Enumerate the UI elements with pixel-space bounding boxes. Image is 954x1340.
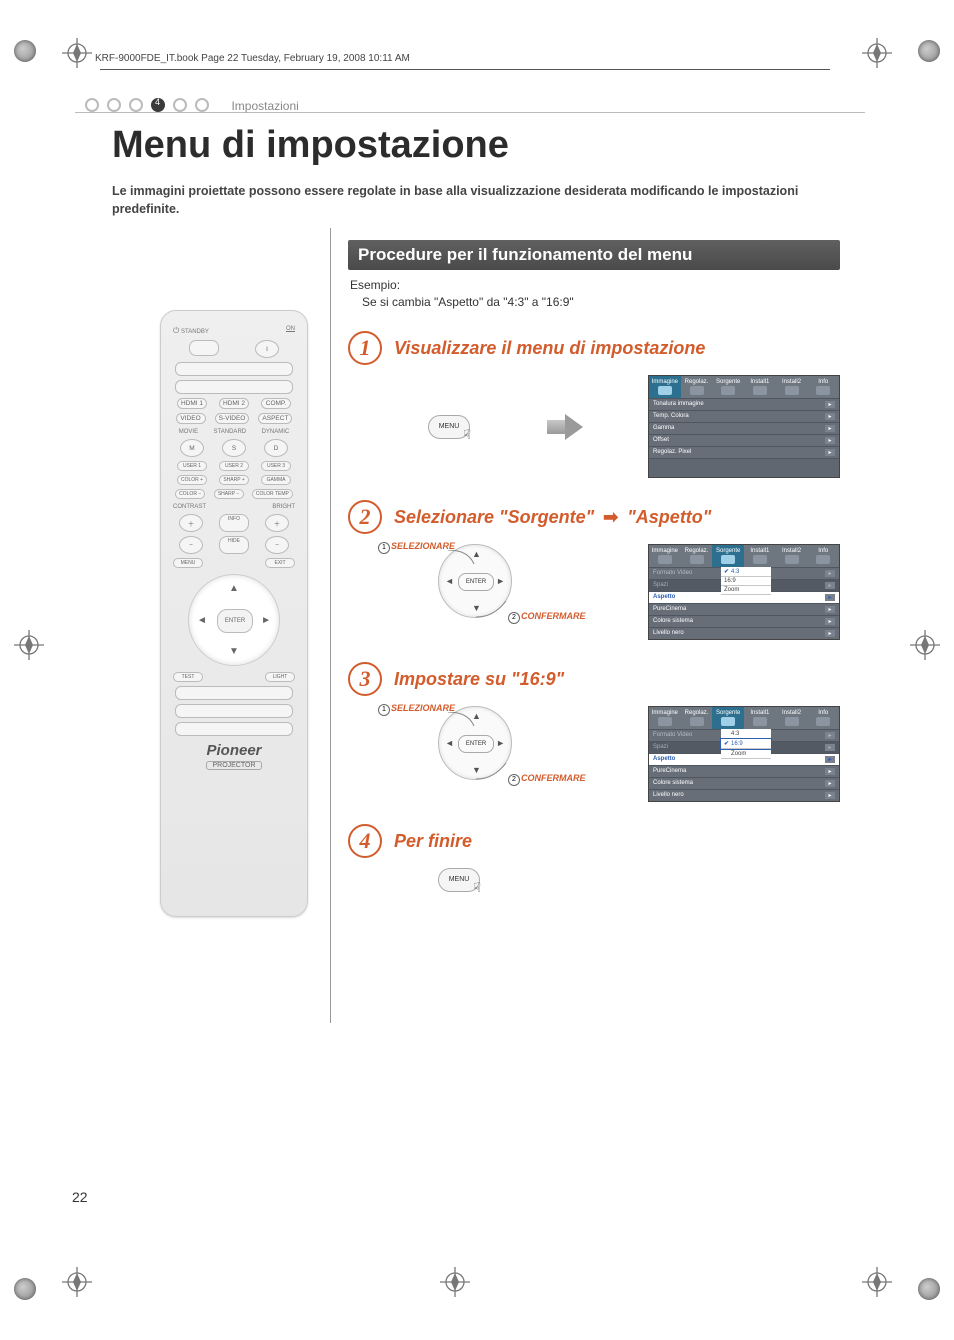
remote-menu-button: MENU [173, 558, 203, 568]
selezionare-label: SELEZIONARE [391, 541, 455, 551]
step-3-number: 3 [348, 662, 382, 696]
page-number: 22 [72, 1189, 88, 1205]
remote-user1-button: USER 1 [177, 461, 207, 471]
remote-standby-label: STANDBY [181, 329, 209, 335]
crop-ring [14, 40, 36, 62]
remote-user3-button: USER 3 [261, 461, 291, 471]
remote-color-plus-button: COLOR + [177, 475, 207, 485]
remote-info-button: INFO [219, 514, 249, 532]
crop-ring [14, 1278, 36, 1300]
remote-dpad: ▲ ▼ ◄ ► ENTER [188, 574, 280, 666]
crop-mark-icon [62, 1267, 92, 1302]
remote-movie-button: M [180, 439, 204, 457]
remote-aspect-button: ASPECT [258, 413, 292, 424]
remote-enter-button: ENTER [217, 609, 253, 633]
remote-hide-button: HIDE [219, 536, 249, 554]
procedures-heading: Procedure per il funzionamento del menu [348, 240, 840, 270]
remote-illustration: ⏻ STANDBY ON I HDMI 1 HDMI 2 COMP. VIDEO… [160, 310, 308, 917]
osd-screen-3: Immagine Regolaz. Sorgente Install1 Inst… [648, 706, 840, 802]
arrow-right-icon [547, 416, 581, 438]
bookline-text: KRF-9000FDE_IT.book Page 22 Tuesday, Feb… [95, 53, 410, 64]
step-2-number: 2 [348, 500, 382, 534]
osd-screen-1: Immagine Regolaz. Sorgente Install1 Inst… [648, 375, 840, 478]
page-title: Menu di impostazione [112, 124, 509, 167]
remote-contrast-plus-button: ＋ [179, 514, 203, 532]
menu-button-illustration: MENU ☟ [438, 868, 480, 892]
crop-mark-icon [862, 1267, 892, 1302]
remote-exit-button: EXIT [265, 558, 295, 568]
remote-svideo-button: S-VIDEO [215, 413, 250, 424]
example-text: Se si cambia "Aspetto" da "4:3" a "16:9" [362, 295, 838, 309]
crop-mark-icon [440, 1267, 470, 1302]
remote-test-button: TEST [173, 672, 203, 682]
crop-mark-icon [910, 630, 940, 665]
remote-dynamic-button: D [264, 439, 288, 457]
remote-on-button: I [255, 340, 279, 358]
crop-ring [918, 1278, 940, 1300]
right-arrow-icon: ➡ [603, 507, 618, 527]
column-divider [330, 228, 331, 1023]
osd-screen-2: Immagine Regolaz. Sorgente Install1 Inst… [648, 544, 840, 640]
press-hand-icon: ☟ [473, 877, 481, 899]
remote-hdmi1-button: HDMI 1 [177, 398, 207, 409]
remote-video-button: VIDEO [176, 413, 206, 424]
remote-user2-button: USER 2 [219, 461, 249, 471]
remote-sharp-minus-button: SHARP − [214, 489, 244, 499]
chapter-header: 4 Impostazioni [75, 98, 865, 113]
remote-projector-label: PROJECTOR [206, 761, 261, 770]
step-1-title: Visualizzare il menu di impostazione [394, 338, 705, 359]
crop-mark-icon [14, 630, 44, 665]
remote-hdmi2-button: HDMI 2 [219, 398, 249, 409]
chapter-number: 4 [155, 97, 160, 107]
step-2-title: Selezionare "Sorgente" ➡ "Aspetto" [394, 507, 711, 528]
press-hand-icon: ☟ [463, 424, 471, 446]
framemaker-header: KRF-9000FDE_IT.book Page 22 Tuesday, Feb… [95, 53, 954, 75]
remote-colortemp-button: COLOR TEMP [252, 489, 293, 499]
step-4-number: 4 [348, 824, 382, 858]
remote-comp-button: COMP. [261, 398, 291, 409]
step-3-title: Impostare su "16:9" [394, 669, 564, 690]
enter-label: ENTER [458, 573, 494, 591]
remote-brand: Pioneer [161, 742, 307, 759]
confermare-label: CONFERMARE [521, 611, 586, 621]
intro-text: Le immagini proiettate possono essere re… [112, 182, 852, 218]
remote-standard-button: S [222, 439, 246, 457]
remote-gamma-button: GAMMA [261, 475, 291, 485]
remote-bright-plus-button: ＋ [265, 514, 289, 532]
remote-on-label: ON [286, 326, 295, 336]
chapter-label: Impostazioni [231, 99, 298, 113]
menu-button-illustration: MENU ☟ [428, 415, 470, 439]
remote-light-button: LIGHT [265, 672, 295, 682]
step-4-title: Per finire [394, 831, 472, 852]
remote-sharp-plus-button: SHARP + [219, 475, 249, 485]
example-label: Esempio: [350, 278, 838, 292]
remote-bright-minus-button: − [265, 536, 289, 554]
remote-contrast-minus-button: − [179, 536, 203, 554]
crop-mark-icon [62, 38, 92, 73]
remote-color-minus-button: COLOR − [175, 489, 205, 499]
step-1-number: 1 [348, 331, 382, 365]
